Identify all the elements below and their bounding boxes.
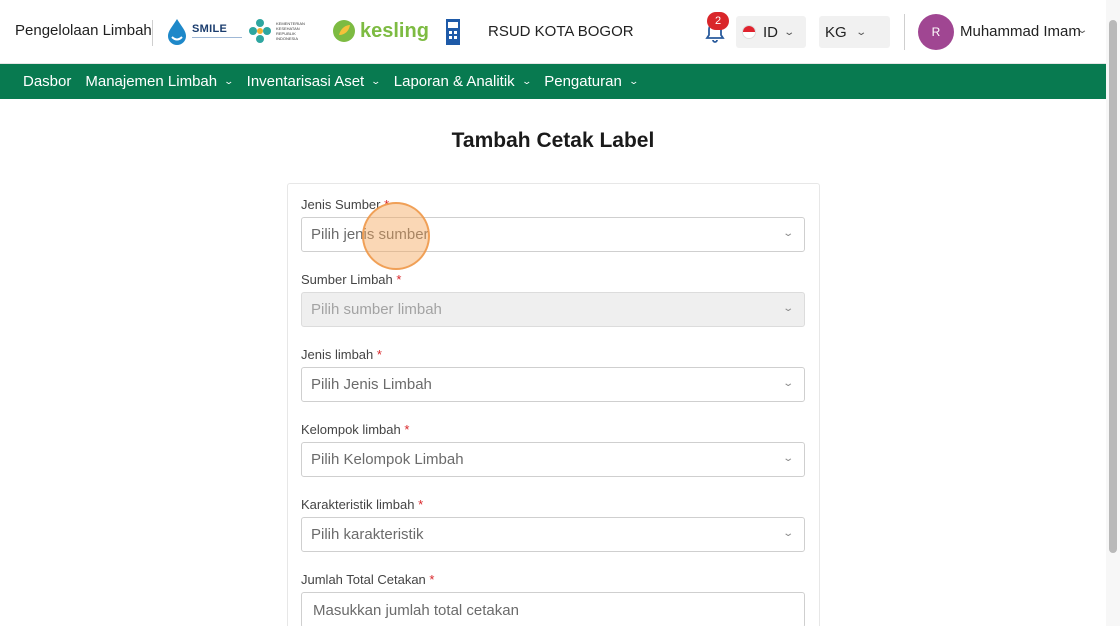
user-name[interactable]: Muhammad Imam xyxy=(960,23,1081,40)
user-menu-chevron-icon[interactable]: ⌄ xyxy=(1076,25,1088,36)
unit-selector[interactable]: KG ⌄ xyxy=(819,16,890,48)
page-title: Tambah Cetak Label xyxy=(451,129,655,152)
jumlah-total-cetakan-label: Jumlah Total Cetakan * xyxy=(301,572,435,587)
chevron-down-icon: ⌄ xyxy=(781,453,794,464)
jenis-limbah-label: Jenis limbah * xyxy=(301,347,382,362)
chevron-down-icon: ⌄ xyxy=(781,528,794,539)
karakteristik-limbah-label: Karakteristik limbah * xyxy=(301,497,424,512)
app-name: Pengelolaan Limbah xyxy=(15,22,152,39)
nav-item-pengaturan[interactable]: Pengaturan ⌄ xyxy=(544,73,639,90)
leaf-icon xyxy=(333,20,355,42)
kelompok-limbah-select[interactable]: Pilih Kelompok Limbah ⌄ xyxy=(301,442,805,477)
chevron-down-icon: ⌄ xyxy=(855,26,867,38)
avatar[interactable]: R xyxy=(918,14,954,50)
nav-item-inventarisasi-aset[interactable]: Inventarisasi Aset ⌄ xyxy=(247,73,382,90)
chevron-down-icon: ⌄ xyxy=(781,378,794,389)
chevron-down-icon: ⌄ xyxy=(370,76,382,86)
chevron-down-icon: ⌄ xyxy=(628,76,639,86)
kemenkes-emblem-icon xyxy=(249,19,271,43)
language-value: ID xyxy=(763,23,778,41)
jenis-sumber-select[interactable]: Pilih jenis sumber ⌄ xyxy=(301,217,805,252)
jenis-sumber-label: Jenis Sumber * xyxy=(301,197,390,212)
main-nav: Dasbor Manajemen Limbah ⌄ Inventarisasi … xyxy=(0,64,1106,99)
nav-item-dasbor[interactable]: Dasbor xyxy=(23,73,71,90)
nav-item-laporan-analitik[interactable]: Laporan & Analitik ⌄ xyxy=(394,73,532,90)
user-divider xyxy=(904,14,905,50)
notification-badge: 2 xyxy=(707,12,729,30)
sumber-limbah-label: Sumber Limbah * xyxy=(301,272,402,287)
chevron-down-icon: ⌄ xyxy=(781,228,794,239)
sumber-limbah-select: Pilih sumber limbah ⌄ xyxy=(301,292,805,327)
kelompok-limbah-label: Kelompok limbah * xyxy=(301,422,410,437)
nav-item-manajemen-limbah[interactable]: Manajemen Limbah ⌄ xyxy=(85,73,235,90)
unit-value: KG xyxy=(825,23,847,41)
page-scrollbar-thumb[interactable] xyxy=(1109,20,1117,553)
chevron-down-icon: ⌄ xyxy=(783,26,796,38)
chevron-down-icon: ⌄ xyxy=(521,76,532,86)
chevron-down-icon: ⌄ xyxy=(223,76,235,86)
water-drop-icon xyxy=(168,19,186,45)
indonesia-flag-icon xyxy=(742,25,756,39)
jenis-limbah-select[interactable]: Pilih Jenis Limbah ⌄ xyxy=(301,367,805,402)
jumlah-total-cetakan-input[interactable] xyxy=(301,592,805,626)
undp-logo-icon xyxy=(446,19,460,45)
chevron-down-icon: ⌄ xyxy=(781,303,794,314)
header-divider xyxy=(152,20,153,46)
karakteristik-limbah-select[interactable]: Pilih karakteristik ⌄ xyxy=(301,517,805,552)
kesling-logo: kesling xyxy=(332,19,429,43)
language-selector[interactable]: ID ⌄ xyxy=(736,16,806,48)
hospital-name: RSUD KOTA BOGOR xyxy=(488,23,634,40)
kemenkes-logo: KEMENTERIAN KESEHATAN REPUBLIK INDONESIA xyxy=(248,18,306,44)
smile-logo: SMILE xyxy=(166,18,242,46)
